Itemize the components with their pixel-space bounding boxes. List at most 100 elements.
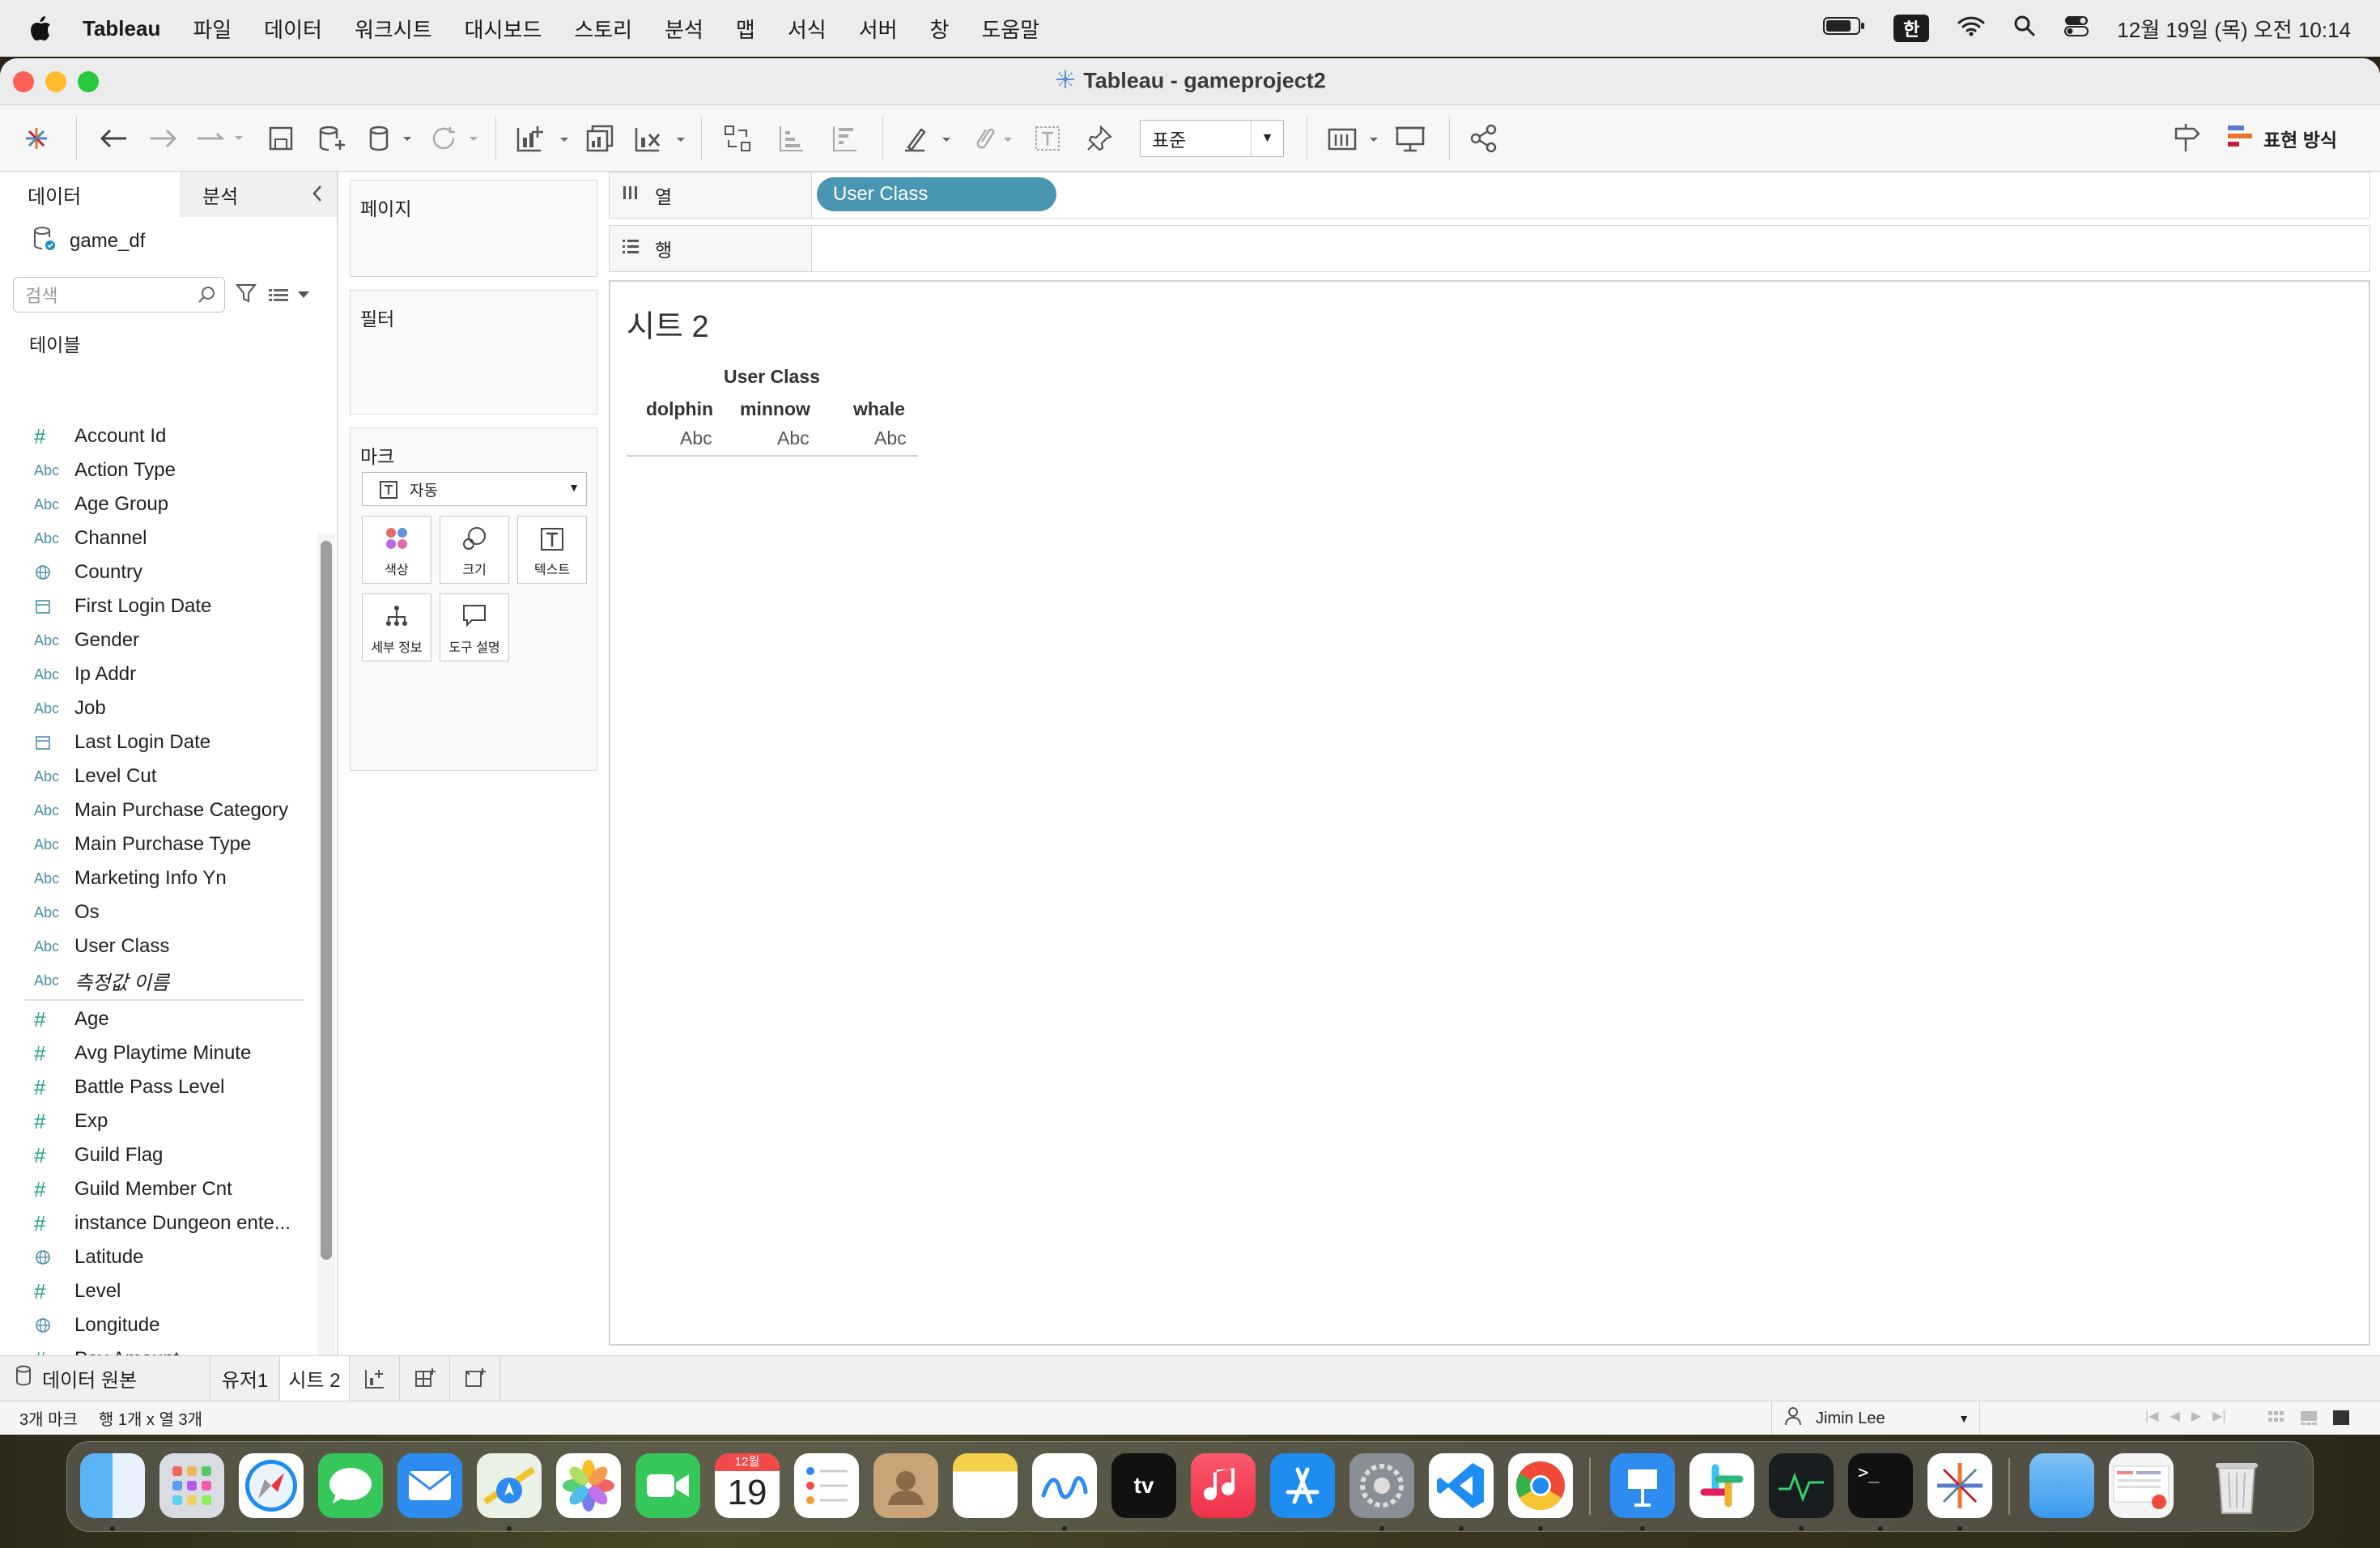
presentation-mode-icon[interactable]	[1394, 121, 1426, 155]
spotlight-search-icon[interactable]	[2013, 15, 2036, 43]
filters-card[interactable]: 필터	[350, 290, 597, 415]
facetime-icon[interactable]	[635, 1453, 700, 1518]
rows-shelf[interactable]: 행	[609, 225, 2370, 272]
redo-arrow-icon[interactable]	[147, 121, 180, 155]
column-header-whale[interactable]: whale	[853, 398, 905, 420]
collapse-pane-chevron-icon[interactable]	[309, 183, 325, 210]
field-item[interactable]: # Battle Pass Level	[0, 1070, 316, 1104]
field-item[interactable]: # Age	[0, 1002, 316, 1036]
field-item[interactable]: Abc Job	[0, 691, 316, 725]
replay-icon[interactable]	[194, 121, 248, 155]
tooltip-mark-button[interactable]: 도구 설명	[440, 593, 509, 661]
pages-card[interactable]: 페이지	[350, 180, 597, 277]
menu-file[interactable]: 파일	[193, 14, 232, 44]
sort-descending-icon[interactable]	[829, 121, 860, 155]
field-item[interactable]: # Avg Playtime Minute	[0, 1036, 316, 1070]
field-item[interactable]: Abc Ip Addr	[0, 657, 316, 691]
cell-value[interactable]: Abc	[777, 427, 810, 449]
menu-window[interactable]: 창	[930, 14, 950, 44]
field-item[interactable]: Abc Age Group	[0, 487, 316, 521]
calendar-icon[interactable]: 12월 19	[715, 1453, 780, 1518]
last-sheet-icon[interactable]: ▶|	[2212, 1408, 2225, 1424]
menu-worksheet[interactable]: 워크시트	[355, 14, 432, 44]
new-datasource-icon[interactable]	[317, 121, 346, 155]
menu-help[interactable]: 도움말	[981, 14, 1039, 44]
photos-icon[interactable]	[556, 1453, 621, 1518]
menu-server[interactable]: 서버	[859, 14, 898, 44]
fit-dropdown[interactable]: 표준 ▼	[1140, 120, 1284, 157]
crosstab-header-title[interactable]: User Class	[724, 366, 820, 388]
tabs-view-icon[interactable]	[2331, 1408, 2351, 1432]
field-item[interactable]: Abc Action Type	[0, 453, 316, 487]
show-mark-labels-icon[interactable]	[1033, 121, 1062, 155]
field-item[interactable]: # instance Dungeon ente...	[0, 1206, 316, 1240]
field-item[interactable]: # Account Id	[0, 419, 316, 453]
apple-tv-icon[interactable]: tv	[1111, 1453, 1176, 1518]
new-worksheet-icon[interactable]	[515, 121, 573, 155]
apple-icon[interactable]	[19, 0, 62, 57]
field-item[interactable]: Abc Level Cut	[0, 759, 316, 793]
columns-shelf[interactable]: 열 User Class	[609, 172, 2370, 219]
user-class-pill[interactable]: User Class	[817, 177, 1056, 211]
terminal-icon[interactable]: >_	[1848, 1453, 1913, 1518]
sheet-tab-sheet2[interactable]: 시트 2	[280, 1355, 350, 1401]
battery-icon[interactable]	[1822, 15, 1866, 42]
keynote-icon[interactable]	[1610, 1453, 1675, 1518]
finder-icon[interactable]	[80, 1453, 145, 1518]
field-item[interactable]: Abc Marketing Info Yn	[0, 861, 316, 895]
field-list-scrollbar[interactable]	[321, 541, 332, 1260]
new-worksheet-tab-icon[interactable]	[350, 1355, 400, 1401]
column-header-minnow[interactable]: minnow	[740, 398, 810, 420]
save-icon[interactable]	[267, 121, 295, 155]
field-item[interactable]: # Exp	[0, 1104, 316, 1138]
duplicate-sheet-icon[interactable]	[584, 121, 615, 155]
cell-value[interactable]: Abc	[680, 427, 712, 449]
sheet-tab-user1[interactable]: 유저1	[210, 1355, 280, 1401]
safari-icon[interactable]	[239, 1453, 304, 1518]
field-item[interactable]: # Guild Member Cnt	[0, 1172, 316, 1206]
tableau-home-icon[interactable]	[23, 121, 50, 155]
size-mark-button[interactable]: 크기	[440, 516, 509, 584]
vscode-icon[interactable]	[1429, 1453, 1494, 1518]
field-item[interactable]: Longitude	[0, 1308, 316, 1342]
worksheet-view[interactable]: 시트 2 User Class dolphin minnow whale Abc…	[609, 280, 2370, 1346]
datasource-tab[interactable]: 데이터 원본	[0, 1355, 210, 1401]
color-mark-button[interactable]: 색상	[362, 516, 431, 584]
chrome-icon[interactable]	[1508, 1453, 1573, 1518]
menu-clock[interactable]: 12월 19일 (목) 오전 10:14	[2117, 14, 2351, 44]
show-me-button[interactable]: 표현 방식	[2226, 121, 2337, 155]
highlight-icon[interactable]	[900, 121, 957, 155]
field-item[interactable]: Abc 측정값 이름	[0, 963, 316, 997]
mail-icon[interactable]	[397, 1453, 462, 1518]
search-input[interactable]: 검색	[13, 277, 225, 313]
control-center-icon[interactable]	[2063, 15, 2089, 43]
app-store-icon[interactable]	[1270, 1453, 1335, 1518]
next-sheet-icon[interactable]: ▶	[2191, 1408, 2201, 1424]
tab-data[interactable]: 데이터	[0, 172, 181, 217]
maps-icon[interactable]	[477, 1453, 542, 1518]
field-item[interactable]: Abc Os	[0, 895, 316, 929]
previous-sheet-icon[interactable]: ◀	[2170, 1408, 2179, 1424]
filmstrip-icon[interactable]	[2299, 1408, 2318, 1432]
tableau-dock-icon[interactable]	[1927, 1453, 1992, 1518]
share-icon[interactable]	[1468, 121, 1499, 155]
group-members-icon[interactable]	[968, 121, 1017, 155]
messages-icon[interactable]	[318, 1453, 383, 1518]
system-settings-icon[interactable]	[1349, 1453, 1414, 1518]
field-item[interactable]: # Guild Flag	[0, 1138, 316, 1172]
menu-story[interactable]: 스토리	[574, 14, 632, 44]
swap-rows-columns-icon[interactable]	[722, 121, 753, 155]
keyboard-shortcut-sign-icon[interactable]	[2170, 121, 2202, 155]
datasource-item[interactable]: game_df	[0, 217, 337, 266]
field-item[interactable]: Abc Main Purchase Category	[0, 793, 316, 827]
slack-icon[interactable]	[1689, 1453, 1754, 1518]
launchpad-icon[interactable]	[159, 1453, 224, 1518]
sheet-sorter-icon[interactable]	[2267, 1408, 2286, 1432]
music-icon[interactable]	[1191, 1453, 1256, 1518]
undo-arrow-icon[interactable]	[97, 121, 130, 155]
input-source-indicator[interactable]: 한	[1893, 15, 1930, 42]
trash-icon[interactable]	[2204, 1453, 2269, 1518]
freeform-icon[interactable]	[1032, 1453, 1097, 1518]
field-item[interactable]: Country	[0, 555, 316, 589]
field-item[interactable]: # Level	[0, 1274, 316, 1308]
